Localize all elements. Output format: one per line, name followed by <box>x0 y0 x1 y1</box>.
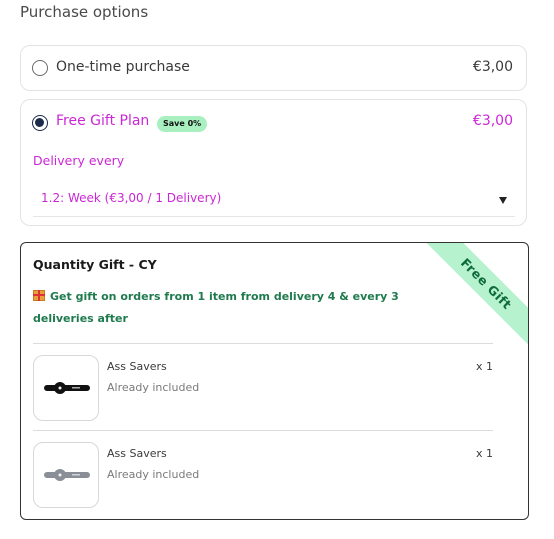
product-thumbnail <box>33 442 99 508</box>
one-time-purchase-option[interactable]: One-time purchase €3,00 <box>20 45 527 91</box>
gift-item-quantity: x 1 <box>475 447 493 460</box>
dropdown-arrow-icon[interactable] <box>499 197 507 204</box>
one-time-purchase-price: €3,00 <box>472 59 513 75</box>
product-image <box>44 382 90 394</box>
radio-unselected-icon[interactable] <box>32 60 48 76</box>
gift-description: Get gift on orders from 1 item from deli… <box>33 286 453 330</box>
delivery-every-label: Delivery every <box>33 153 125 168</box>
product-image <box>44 469 90 481</box>
delivery-frequency-value: 1.2: Week (€3,00 / 1 Delivery) <box>41 191 222 205</box>
gift-item-name: Ass Savers <box>107 447 167 460</box>
one-time-purchase-label: One-time purchase <box>56 59 190 75</box>
gift-item-status: Already included <box>107 468 200 481</box>
radio-selected-icon[interactable] <box>32 115 48 131</box>
divider <box>33 430 493 431</box>
free-gift-plan-option[interactable]: Free Gift Plan Save 0% €3,00 Delivery ev… <box>20 99 527 226</box>
gift-title: Quantity Gift - CY <box>33 257 157 272</box>
gift-item: Ass Savers Already included x 1 <box>33 355 493 423</box>
save-badge: Save 0% <box>157 116 208 132</box>
gift-icon <box>33 290 45 301</box>
gift-description-text: Get gift on orders from 1 item from deli… <box>33 290 399 325</box>
product-thumbnail <box>33 355 99 421</box>
quantity-gift-panel: Free Gift Quantity Gift - CY Get gift on… <box>20 242 529 520</box>
gift-item-name: Ass Savers <box>107 360 167 373</box>
gift-item: Ass Savers Already included x 1 <box>33 442 493 510</box>
gift-item-status: Already included <box>107 381 200 394</box>
delivery-frequency-select[interactable]: 1.2: Week (€3,00 / 1 Delivery) <box>33 183 515 217</box>
purchase-options-heading: Purchase options <box>20 3 149 21</box>
free-gift-plan-label: Free Gift Plan <box>56 113 150 129</box>
divider <box>33 343 493 344</box>
free-gift-plan-price: €3,00 <box>472 113 513 129</box>
gift-item-quantity: x 1 <box>475 360 493 373</box>
